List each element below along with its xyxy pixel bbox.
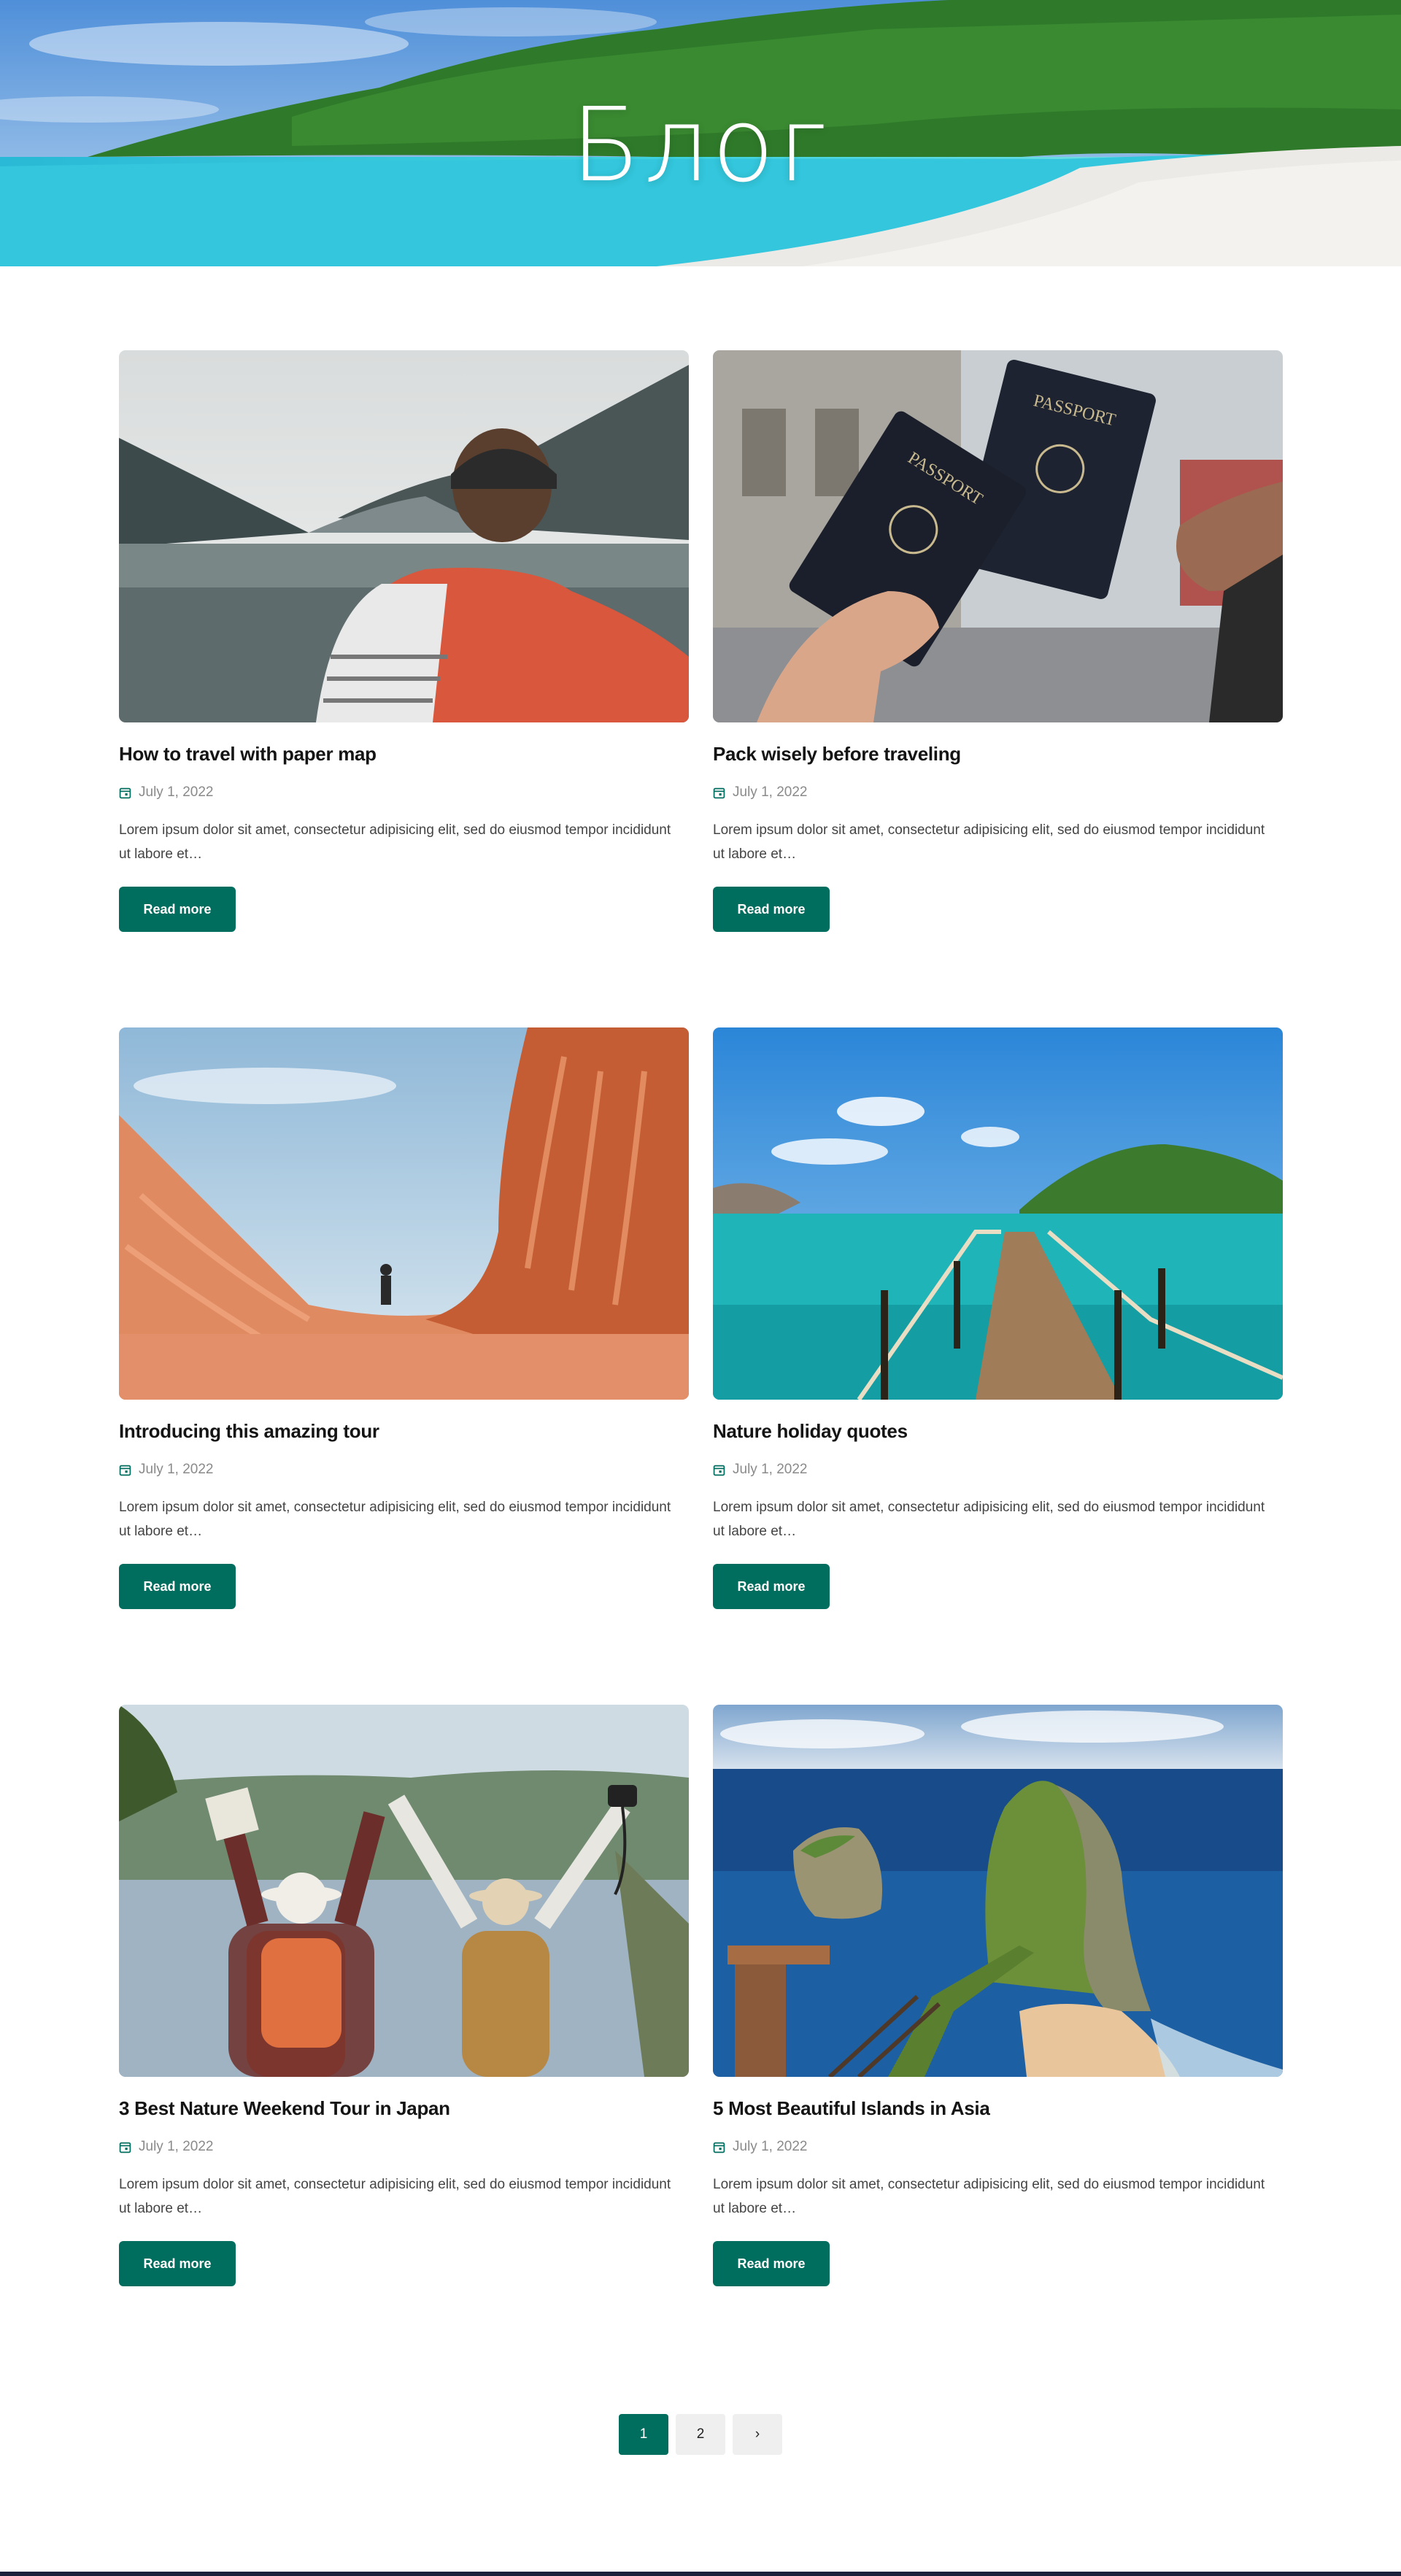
post-date-row: July 1, 2022 (119, 784, 689, 801)
post-title[interactable]: How to travel with paper map (119, 743, 689, 766)
read-more-button[interactable]: Read more (119, 1564, 236, 1609)
post-image-passports[interactable]: PASSPORT PASSPORT (713, 350, 1283, 722)
read-more-button[interactable]: Read more (713, 2241, 830, 2286)
post-title[interactable]: 3 Best Nature Weekend Tour in Japan (119, 2097, 689, 2120)
post-date: July 1, 2022 (733, 1462, 808, 1477)
blog-post-grid: How to travel with paper map July 1, 202… (119, 350, 1283, 2382)
post-image-island-cliff[interactable] (713, 1705, 1283, 2077)
post-title[interactable]: Pack wisely before traveling (713, 743, 1283, 766)
post-excerpt: Lorem ipsum dolor sit amet, consectetur … (119, 1500, 671, 1539)
blog-post-card: 5 Most Beautiful Islands in Asia July 1,… (713, 1705, 1283, 2382)
post-date-row: July 1, 2022 (119, 1462, 689, 1478)
calendar-icon (119, 1465, 131, 1476)
footer-edge (0, 2572, 1401, 2576)
read-more-button[interactable]: Read more (119, 2241, 236, 2286)
post-title[interactable]: Nature holiday quotes (713, 1420, 1283, 1443)
calendar-icon (119, 787, 131, 798)
post-date-row: July 1, 2022 (713, 1462, 1283, 1478)
read-more-button[interactable]: Read more (119, 887, 236, 932)
post-title[interactable]: 5 Most Beautiful Islands in Asia (713, 2097, 1283, 2120)
post-date: July 1, 2022 (139, 2139, 214, 2154)
chevron-right-icon: › (754, 2426, 760, 2442)
pagination: 1 2 › (0, 2414, 1401, 2455)
page-button-2[interactable]: 2 (676, 2414, 725, 2455)
blog-post-card: PASSPORT PASSPORT Pack wisely before tra… (713, 350, 1283, 1027)
page-title: Блог (571, 86, 830, 205)
post-date: July 1, 2022 (139, 784, 214, 800)
post-date-row: July 1, 2022 (713, 784, 1283, 801)
post-excerpt: Lorem ipsum dolor sit amet, consectetur … (119, 822, 671, 862)
post-excerpt: Lorem ipsum dolor sit amet, consectetur … (713, 822, 1265, 862)
hero-banner: Блог (0, 0, 1401, 266)
next-page-button[interactable]: › (733, 2414, 782, 2455)
post-image-pier[interactable] (713, 1027, 1283, 1400)
post-image-hiker[interactable] (119, 350, 689, 722)
blog-post-card: Introducing this amazing tour July 1, 20… (119, 1027, 689, 1705)
calendar-icon (119, 2142, 131, 2153)
post-date: July 1, 2022 (733, 2139, 808, 2154)
post-date: July 1, 2022 (139, 1462, 214, 1477)
blog-post-card: Nature holiday quotes July 1, 2022 Lorem… (713, 1027, 1283, 1705)
post-image-canyon[interactable] (119, 1027, 689, 1400)
calendar-icon (713, 2142, 725, 2153)
post-date-row: July 1, 2022 (713, 2139, 1283, 2155)
blog-post-card: How to travel with paper map July 1, 202… (119, 350, 689, 1027)
post-excerpt: Lorem ipsum dolor sit amet, consectetur … (119, 2177, 671, 2216)
post-excerpt: Lorem ipsum dolor sit amet, consectetur … (713, 2177, 1265, 2216)
blog-post-card: 3 Best Nature Weekend Tour in Japan July… (119, 1705, 689, 2382)
read-more-button[interactable]: Read more (713, 887, 830, 932)
post-excerpt: Lorem ipsum dolor sit amet, consectetur … (713, 1500, 1265, 1539)
calendar-icon (713, 787, 725, 798)
read-more-button[interactable]: Read more (713, 1564, 830, 1609)
page-button-1[interactable]: 1 (619, 2414, 668, 2455)
post-date-row: July 1, 2022 (119, 2139, 689, 2155)
post-title[interactable]: Introducing this amazing tour (119, 1420, 689, 1443)
calendar-icon (713, 1465, 725, 1476)
post-date: July 1, 2022 (733, 784, 808, 800)
post-image-couple-hikers[interactable] (119, 1705, 689, 2077)
